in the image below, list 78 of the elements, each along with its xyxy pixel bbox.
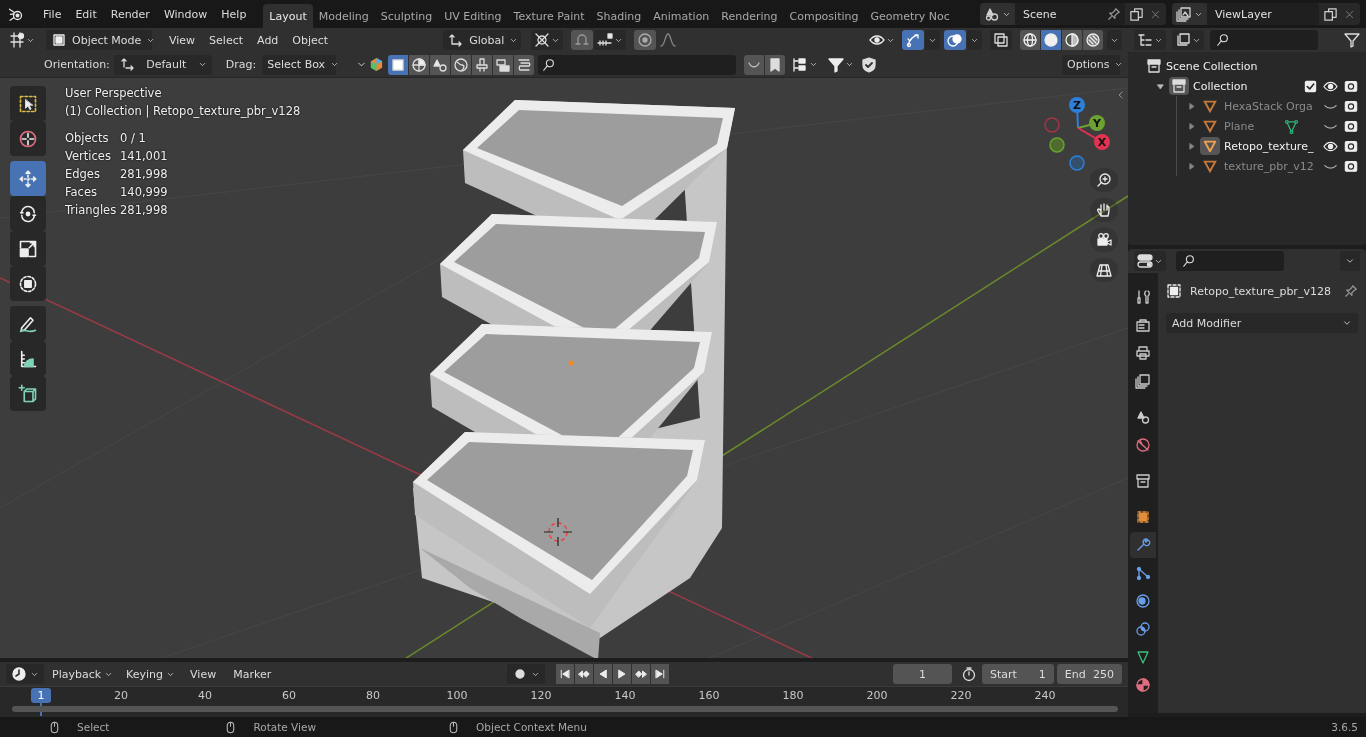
outliner-item[interactable]: Scene Collection <box>1166 59 1258 73</box>
scene-name: Scene <box>1023 7 1058 21</box>
drag-label: Drag: <box>225 58 257 71</box>
playhead[interactable]: 1 <box>31 688 51 703</box>
menu-item[interactable]: File <box>36 4 69 24</box>
frame-number: 160 <box>698 688 720 702</box>
frame-number: 140 <box>614 688 636 702</box>
frame-number: 20 <box>114 688 128 702</box>
mode-dropdown[interactable]: Object Mode <box>46 30 152 50</box>
menu-item[interactable]: Render <box>103 4 157 24</box>
stat-value: 140,999 <box>120 184 169 201</box>
frame-number: 180 <box>782 688 804 702</box>
stat-label: Triangles <box>65 202 118 219</box>
outliner-item[interactable]: HexaStack Orga <box>1224 99 1313 113</box>
view-layer-name: ViewLayer <box>1215 7 1272 21</box>
orientation-dropdown[interactable]: Default <box>113 54 212 75</box>
add-modifier-dropdown[interactable]: Add Modifier <box>1166 313 1358 333</box>
workspace-tab[interactable]: Layout <box>263 4 313 28</box>
frame-number: 100 <box>446 688 468 702</box>
frame-number: 200 <box>866 688 888 702</box>
view-perspective: User Perspective <box>65 85 163 102</box>
menu-dropdown[interactable]: Keying <box>121 664 181 684</box>
options-dropdown[interactable]: Options <box>1062 54 1120 75</box>
scene-field[interactable]: Scene <box>1015 3 1125 25</box>
stat-label: Faces <box>65 184 98 201</box>
menu-item[interactable]: Add <box>250 30 286 50</box>
axis-label: X <box>1097 136 1107 149</box>
workspace-tab[interactable]: Compositing <box>783 4 865 28</box>
current-frame-field[interactable]: 1 <box>893 664 953 684</box>
outliner-item[interactable]: Plane <box>1224 119 1255 133</box>
frame-number: 240 <box>1034 688 1056 702</box>
menu-item[interactable]: Window <box>156 4 215 24</box>
start-frame-field[interactable]: Start 1 <box>982 664 1054 684</box>
menu-item[interactable]: Edit <box>68 4 104 24</box>
frame-number: 40 <box>198 688 212 702</box>
frame-number: 120 <box>530 688 552 702</box>
workspace-tab[interactable]: Sculpting <box>374 4 439 28</box>
stat-value: 0 / 1 <box>120 130 147 147</box>
workspace-tab[interactable]: Animation <box>647 4 716 28</box>
end-frame-field[interactable]: End 250 <box>1056 664 1122 684</box>
workspace-tab[interactable]: Modeling <box>312 4 375 28</box>
outliner-item[interactable]: texture_pbr_v12 <box>1224 159 1314 173</box>
stat-value: 281,998 <box>120 166 169 183</box>
menu-item[interactable]: View <box>183 664 224 684</box>
status-hint: Rotate View <box>253 721 317 733</box>
version-label: 3.6.5 <box>1331 721 1358 733</box>
stat-label: Vertices <box>65 148 112 165</box>
axis-handle[interactable]: X <box>1077 127 1110 150</box>
orientation-label: Orientation: <box>44 58 110 71</box>
stat-label: Edges <box>65 166 101 183</box>
frame-number: 220 <box>950 688 972 702</box>
outliner-item[interactable]: Collection <box>1193 79 1248 93</box>
frame-number: 60 <box>282 688 296 702</box>
orientation-dropdown[interactable]: Global <box>443 30 522 50</box>
outliner-item[interactable]: Retopo_texture_ <box>1224 139 1314 153</box>
status-hint: Object Context Menu <box>476 721 587 733</box>
view-context: (1) Collection | Retopo_texture_pbr_v128 <box>65 103 301 120</box>
menu-item[interactable]: Object <box>285 30 336 50</box>
object-name: Retopo_texture_pbr_v128 <box>1190 284 1332 298</box>
status-hint: Select <box>77 721 110 733</box>
workspace-tab[interactable]: Shading <box>590 4 648 28</box>
stat-value: 141,001 <box>120 148 169 165</box>
menu-dropdown[interactable]: Playback <box>47 664 119 684</box>
workspace-tab[interactable]: Texture Paint <box>507 4 591 28</box>
menu-item[interactable]: Select <box>202 30 251 50</box>
axis-label: Z <box>1073 99 1081 112</box>
stat-value: 281,998 <box>120 202 169 219</box>
view-layer-field[interactable]: ViewLayer <box>1207 3 1319 25</box>
menu-item[interactable]: Marker <box>226 664 279 684</box>
frame-number: 80 <box>366 688 380 702</box>
workspace-tab[interactable]: Rendering <box>715 4 784 28</box>
axis-label: Y <box>1093 117 1101 130</box>
menu-item[interactable]: Help <box>214 4 254 24</box>
menu-item[interactable]: View <box>162 30 203 50</box>
drag-dropdown[interactable]: Select Box <box>262 54 337 75</box>
workspace-tab[interactable]: Geometry Noc <box>864 4 956 28</box>
workspace-tab[interactable]: UV Editing <box>438 4 508 28</box>
stat-label: Objects <box>65 130 110 147</box>
